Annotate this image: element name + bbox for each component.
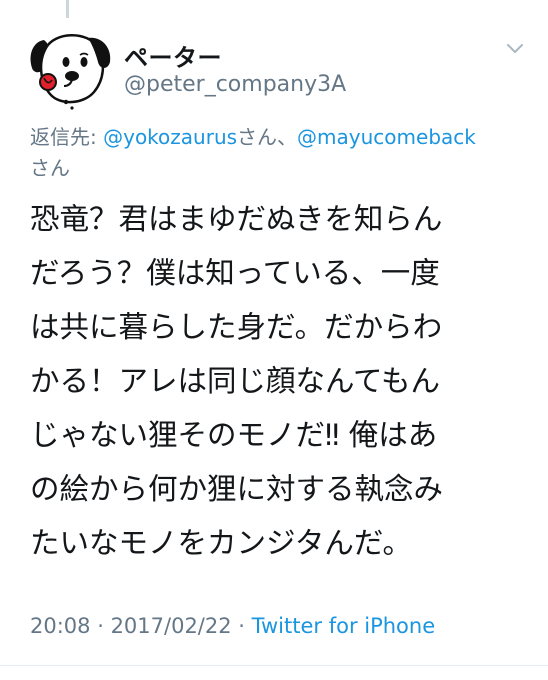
reply-context: 返信先: @yokozaurusさん、@mayucomeback さん: [30, 122, 530, 184]
reply-prefix: 返信先:: [30, 125, 104, 149]
divider: [0, 665, 548, 666]
thread-connector-line: [66, 0, 69, 18]
tweet-metadata: 20:08 · 2017/02/22 · Twitter for iPhone: [30, 614, 435, 638]
tweet-line: じゃない狸そのモノだ‼︎ 俺はあ: [30, 418, 438, 452]
tweet-line: だろう？僕は知っている、一度: [30, 256, 440, 290]
tweet-time[interactable]: 20:08: [30, 614, 91, 638]
tweet-line: たいなモノをカンジタんだ。: [30, 526, 413, 560]
tweet-text: 恐竜？君はまゆだぬきを知らん だろう？僕は知っている、一度 は共に暮らした身だ。…: [30, 192, 530, 570]
author-handle[interactable]: @peter_company3A: [124, 72, 346, 97]
mention-link-yokozaurus[interactable]: @yokozaurus: [103, 125, 237, 149]
chevron-down-icon: [507, 44, 523, 53]
dog-avatar-icon: [30, 34, 111, 110]
tweet-line: かる！アレは同じ顔なんてもん: [30, 364, 441, 398]
tweet-line: は共に暮らした身だ。だからわ: [30, 310, 443, 344]
avatar[interactable]: [22, 22, 118, 118]
mention-link-mayucomeback[interactable]: @mayucomeback: [297, 125, 476, 149]
tweet-menu-button[interactable]: [505, 38, 525, 58]
tweet-line: の絵から何か狸に対する執念み: [30, 472, 444, 506]
reply-suffix-2: さん: [30, 156, 70, 180]
tweet-source-link[interactable]: Twitter for iPhone: [252, 614, 436, 638]
meta-separator: ·: [231, 614, 252, 638]
tweet-date[interactable]: 2017/02/22: [111, 614, 232, 638]
tweet-line: 恐竜？君はまゆだぬきを知らん: [30, 202, 443, 236]
reply-suffix-1: さん、: [237, 125, 298, 149]
author-display-name[interactable]: ペーター: [124, 38, 222, 73]
meta-separator: ·: [90, 614, 111, 638]
